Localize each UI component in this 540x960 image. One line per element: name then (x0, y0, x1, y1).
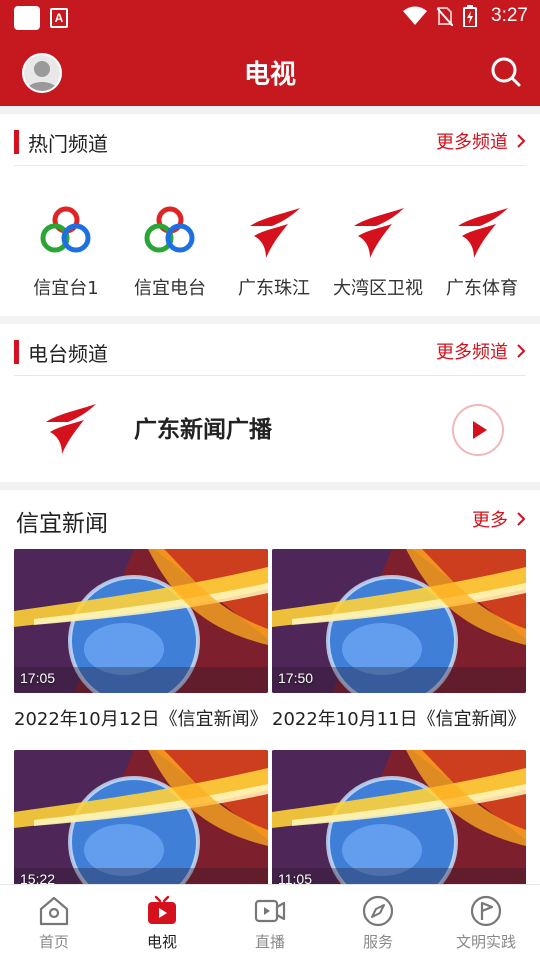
chevron-right-icon (517, 134, 526, 148)
radio-channels-section: 电台频道 更多频道 广东新闻广播 (0, 324, 540, 482)
gdtv-logo-icon (38, 396, 102, 460)
video-duration: 17:05 (20, 670, 56, 686)
video-thumbnail: 17:05 (14, 549, 268, 693)
search-icon[interactable] (490, 56, 522, 88)
video-thumbnail: 17:50 (272, 549, 526, 693)
notification-app-icon (14, 6, 40, 30)
home-icon (39, 896, 69, 926)
xinyi-logo-icon (138, 200, 202, 264)
tab-label: 文明实践 (455, 933, 516, 951)
channel-label: 信宜台1 (33, 278, 99, 299)
chevron-right-icon (517, 344, 526, 358)
section-accent-bar (14, 130, 19, 154)
news-item[interactable]: 17:05 2022年10月12日《信宜新闻》 (14, 549, 268, 731)
more-channels-link[interactable]: 更多频道 (436, 338, 526, 364)
channel-item[interactable]: 广东珠江 (222, 200, 326, 300)
tab-live[interactable]: 直播 (216, 885, 324, 960)
tab-label: 服务 (362, 933, 393, 951)
video-thumbnail: 15:22 (14, 750, 268, 894)
compass-icon (362, 895, 394, 927)
status-bar: A 3:27 (0, 0, 540, 36)
gdtv-logo-icon (242, 200, 306, 264)
gdtv-logo-icon (346, 200, 410, 264)
tab-label: 电视 (146, 933, 177, 951)
tab-service[interactable]: 服务 (324, 885, 432, 960)
flag-circle-icon (470, 895, 502, 927)
news-caption: 2022年10月12日《信宜新闻》 (14, 709, 268, 730)
notification-a-icon: A (50, 8, 68, 28)
tab-home[interactable]: 首页 (0, 885, 108, 960)
section-title: 信宜新闻 (16, 511, 108, 537)
channel-item[interactable]: 广东体育 (430, 200, 534, 300)
channel-item[interactable]: 信宜电台 (118, 200, 222, 300)
channel-label: 大湾区卫视 (333, 278, 423, 299)
tab-label: 首页 (38, 933, 69, 951)
more-label: 更多频道 (436, 132, 508, 153)
news-item[interactable]: 17:50 2022年10月11日《信宜新闻》 (272, 549, 526, 731)
news-caption: 2022年10月11日《信宜新闻》 (272, 709, 526, 730)
gdtv-logo-icon (450, 200, 514, 264)
status-time: 3:27 (491, 5, 528, 26)
live-video-icon (254, 899, 286, 923)
more-label: 更多 (472, 510, 508, 531)
section-title: 电台频道 (28, 342, 108, 366)
top-app-bar: 电视 (0, 36, 540, 106)
more-channels-link[interactable]: 更多频道 (436, 128, 526, 154)
section-header: 电台频道 更多频道 (14, 326, 526, 376)
news-item[interactable]: 11:05 (272, 750, 526, 894)
tv-icon (148, 895, 176, 924)
xinyi-news-section: 信宜新闻 更多 17:05 2022年10月12日《信宜新闻》 17:50 20… (0, 490, 540, 884)
video-duration: 17:50 (278, 670, 314, 686)
news-item[interactable]: 15:22 (14, 750, 268, 894)
channel-item[interactable]: 信宜台1 (14, 200, 118, 300)
tab-label: 直播 (254, 933, 285, 951)
channel-label: 信宜电台 (134, 278, 206, 299)
tab-tv[interactable]: 电视 (108, 885, 216, 960)
chevron-right-icon (517, 512, 526, 526)
more-news-link[interactable]: 更多 (472, 506, 526, 532)
popular-channels-section: 热门频道 更多频道 信宜台1 信宜电台 广东珠江 大湾区卫视 广东体育 (0, 114, 540, 316)
xinyi-logo-icon (34, 200, 98, 264)
section-accent-bar (14, 340, 19, 364)
play-button[interactable] (452, 404, 504, 456)
play-icon (473, 421, 487, 439)
channel-item[interactable]: 大湾区卫视 (326, 200, 430, 300)
section-header: 热门频道 更多频道 (14, 116, 526, 166)
channel-label: 广东体育 (446, 278, 518, 299)
page-title: 电视 (243, 60, 296, 90)
no-sim-icon (437, 7, 454, 26)
video-thumbnail: 11:05 (272, 750, 526, 894)
bottom-tab-bar: 首页 电视 直播 服务 文明实践 (0, 884, 540, 960)
more-label: 更多频道 (436, 342, 508, 363)
battery-icon (463, 5, 478, 27)
tab-civilization-practice[interactable]: 文明实践 (432, 885, 540, 960)
radio-station-name[interactable]: 广东新闻广播 (134, 410, 272, 444)
section-title: 热门频道 (28, 132, 108, 156)
wifi-icon (403, 6, 428, 25)
channel-label: 广东珠江 (238, 278, 310, 299)
